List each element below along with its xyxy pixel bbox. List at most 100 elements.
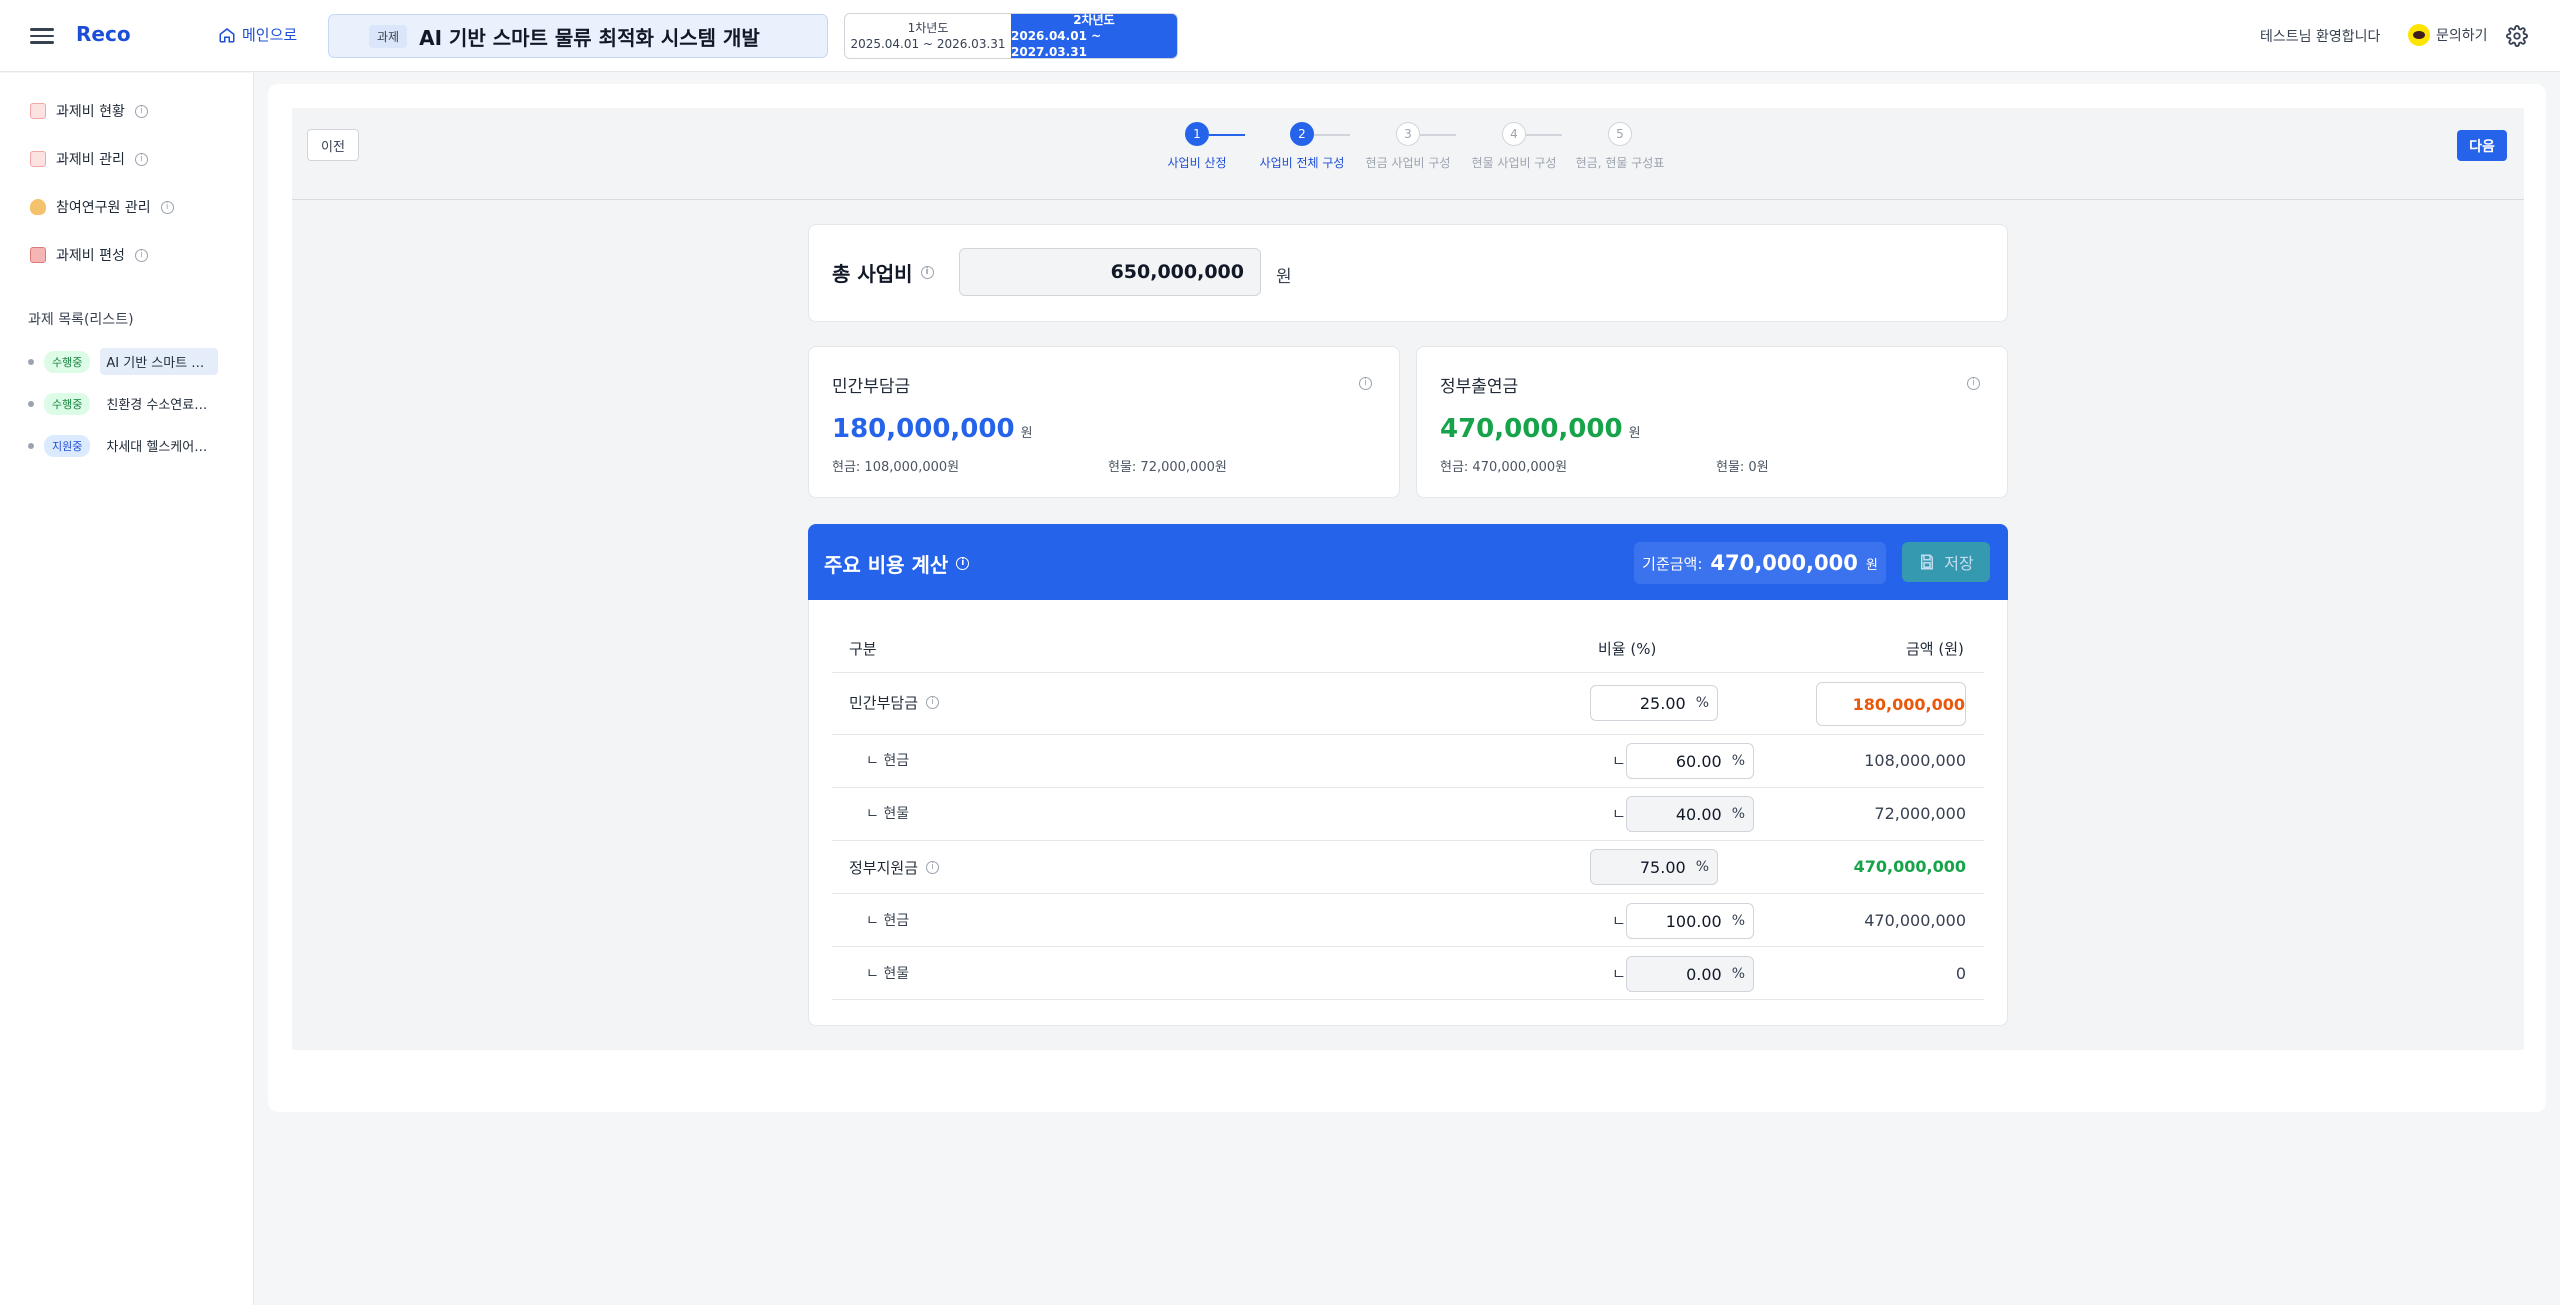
step-number: 3 (1396, 122, 1420, 146)
step-label: 현물 사업비 구성 (1471, 156, 1557, 170)
government-ratio-input[interactable]: 75.00 % (1590, 849, 1718, 885)
project-name: 친환경 수소연료… (106, 398, 208, 413)
save-button[interactable]: 저장 (1902, 542, 1990, 582)
private-amount-group: 180,000,000 원 (832, 414, 1033, 444)
sidebar-item-label: 과제비 관리 (56, 152, 125, 168)
sidebar-item-budget[interactable]: 과제비 편성 i (30, 245, 148, 265)
step-label: 사업비 전체 구성 (1259, 156, 1345, 170)
row-label-text: 정부지원금 (849, 859, 919, 877)
calc-title: 주요 비용 계산 i (824, 549, 970, 578)
row-sub-label: ㄴ 현금 (866, 913, 910, 929)
step-5[interactable]: 5 현금, 현물 구성표 (1568, 122, 1672, 171)
amount-value: 470,000,000 (1853, 857, 1966, 876)
private-unit: 원 (1020, 426, 1033, 441)
sidebar-item-researchers[interactable]: 참여연구원 관리 i (30, 197, 174, 217)
year-1-title: 1차년도 (907, 21, 949, 35)
private-cash: 현금: 108,000,000원 (832, 460, 960, 475)
prev-button[interactable]: 이전 (307, 129, 359, 161)
corner-mark: ㄴ (1612, 752, 1626, 770)
ratio-value: 100.00 (1665, 911, 1722, 931)
step-label: 현금, 현물 구성표 (1575, 156, 1665, 170)
base-value: 470,000,000 (1710, 551, 1858, 575)
info-icon: i (134, 152, 148, 166)
year-toggle: 1차년도 2025.04.01 ~ 2026.03.31 2차년도 2026.0… (844, 13, 1178, 59)
inquiry-button[interactable]: 문의하기 (2408, 24, 2488, 46)
private-amount: 180,000,000 (832, 414, 1015, 444)
step-1[interactable]: 1 사업비 산정 (1158, 122, 1236, 171)
divider (832, 946, 1984, 947)
percent-sign: % (1695, 859, 1709, 875)
total-label-text: 총 사업비 (832, 262, 913, 286)
step-number: 5 (1608, 122, 1632, 146)
project-list-item[interactable]: 지원중 차세대 헬스케어… (28, 432, 218, 459)
total-amount-input[interactable]: 650,000,000 (959, 248, 1261, 296)
next-button[interactable]: 다음 (2457, 130, 2507, 161)
project-selector[interactable]: 과제 AI 기반 스마트 물류 최적화 시스템 개발 (328, 14, 828, 58)
info-icon[interactable]: i (926, 861, 940, 874)
status-badge: 수행중 (44, 350, 91, 373)
save-label: 저장 (1944, 554, 1974, 573)
sidebar-item-label: 과제비 현황 (56, 104, 125, 120)
step-number: 4 (1502, 122, 1526, 146)
ratio-value: 0.00 (1686, 964, 1722, 984)
row-sub-label: ㄴ 현물 (866, 806, 910, 822)
info-icon[interactable]: i (956, 557, 970, 570)
base-unit: 원 (1865, 557, 1878, 573)
base-amount-box: 기준금액: 470,000,000 원 (1634, 542, 1886, 584)
percent-sign: % (1731, 966, 1745, 982)
step-3[interactable]: 3 현금 사업비 구성 (1356, 122, 1460, 171)
project-list-item[interactable]: 수행중 AI 기반 스마트 … (28, 348, 219, 375)
year-1-button[interactable]: 1차년도 2025.04.01 ~ 2026.03.31 (845, 14, 1011, 58)
government-unit: 원 (1628, 426, 1641, 441)
info-icon[interactable]: i (926, 696, 940, 709)
info-icon: i (160, 200, 174, 214)
home-icon (219, 27, 235, 42)
project-list-item[interactable]: 수행중 친환경 수소연료… (28, 390, 218, 417)
private-amount-input[interactable]: 180,000,000 (1816, 682, 1966, 726)
step-2[interactable]: 2 사업비 전체 구성 (1250, 122, 1354, 171)
welcome-text: 테스트님 환영합니다 (2260, 29, 2381, 45)
info-icon[interactable]: i (920, 266, 934, 279)
government-inkind-ratio-input[interactable]: 0.00 % (1626, 956, 1754, 992)
divider (832, 893, 1984, 894)
calc-title-text: 주요 비용 계산 (824, 553, 949, 577)
government-cash: 현금: 470,000,000원 (1440, 460, 1568, 475)
government-cash-ratio-input[interactable]: 100.00 % (1626, 903, 1754, 939)
info-icon: i (134, 104, 148, 118)
amount-value: 470,000,000 (1864, 911, 1966, 930)
sidebar-item-manage[interactable]: 과제비 관리 i (30, 149, 148, 169)
amount-value: 108,000,000 (1864, 751, 1966, 770)
amount-value: 72,000,000 (1874, 804, 1966, 823)
sidebar-item-status[interactable]: 과제비 현황 i (30, 101, 148, 121)
corner-mark: ㄴ (1612, 912, 1626, 930)
total-unit: 원 (1276, 267, 1292, 287)
project-name: 차세대 헬스케어… (106, 440, 208, 455)
private-inkind-ratio-input[interactable]: 40.00 % (1626, 796, 1754, 832)
row-sub-label: ㄴ 현금 (866, 753, 910, 769)
government-amount-group: 470,000,000 원 (1440, 414, 1641, 444)
status-badge: 수행중 (44, 392, 91, 415)
private-inkind: 현물: 72,000,000원 (1108, 460, 1227, 475)
bullet-dot (28, 400, 34, 407)
home-link[interactable]: 메인으로 (218, 24, 297, 45)
divider (832, 999, 1984, 1000)
gear-icon[interactable] (2506, 25, 2528, 47)
inquiry-label: 문의하기 (2436, 28, 2488, 44)
private-ratio-input[interactable]: 25.00 % (1590, 685, 1718, 721)
project-title: AI 기반 스마트 물류 최적화 시스템 개발 (419, 25, 760, 50)
percent-sign: % (1695, 695, 1709, 711)
step-4[interactable]: 4 현물 사업비 구성 (1462, 122, 1566, 171)
government-inkind: 현물: 0원 (1716, 460, 1769, 475)
info-icon[interactable]: i (1967, 377, 1980, 390)
clipboard-icon (30, 103, 46, 119)
private-cash-ratio-input[interactable]: 60.00 % (1626, 743, 1754, 779)
year-2-button[interactable]: 2차년도 2026.04.01 ~ 2027.03.31 (1011, 14, 1177, 58)
government-amount: 470,000,000 (1440, 414, 1623, 444)
money-bag-icon (30, 199, 46, 215)
private-title: 민간부담금 (832, 377, 911, 397)
info-icon: i (134, 248, 148, 262)
menu-icon[interactable] (30, 24, 54, 48)
row-sub-label: ㄴ 현물 (866, 966, 910, 982)
logo[interactable]: Reco (76, 22, 131, 46)
info-icon[interactable]: i (1359, 377, 1372, 390)
